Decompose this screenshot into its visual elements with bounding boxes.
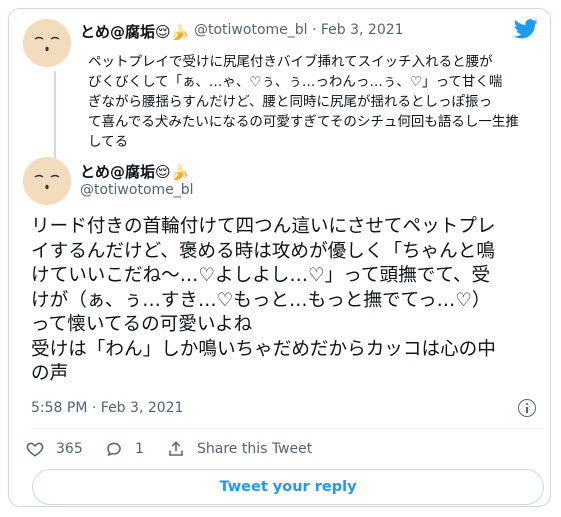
emoji: 😌🍌	[155, 163, 190, 181]
quoted-date[interactable]: Feb 3, 2021	[321, 22, 404, 38]
quoted-tweet-text: ペットプレイで受けに尻尾付きバイブ挿れてスイッチ入れると腰が びくびくして「ぁ、…	[88, 52, 548, 152]
text-line: してる	[88, 134, 129, 150]
quoted-handle-date: @totiwotome_bl · Feb 3, 2021	[194, 22, 404, 38]
tweet-embed-card: とめ@腐垢😌🍌 @totiwotome_bl · Feb 3, 2021 ペット…	[8, 8, 551, 507]
thread-connector-line	[54, 71, 56, 159]
main-display-name[interactable]: とめ@腐垢😌🍌	[80, 161, 189, 182]
twitter-bird-icon[interactable]	[513, 19, 538, 43]
reply-action[interactable]: 1	[105, 440, 144, 458]
display-name-text: とめ@腐垢	[80, 23, 156, 41]
text-line: リード付きの首輪付けて四つん這いにさせてペットプレ	[31, 216, 496, 237]
avatar[interactable]	[23, 157, 71, 205]
reply-button-label: Tweet your reply	[219, 479, 357, 495]
text-line: けが（ぁ、ぅ…すき…♡もっと…もっと撫でてっ…♡）	[31, 289, 491, 311]
text-line: て喜んでる犬みたいになるの可愛すぎてそのシチュ何回も語るし一生推	[88, 114, 519, 130]
text-line: 受けは「わん」しか鳴いちゃだめだからカッコは心の中	[31, 338, 496, 360]
display-name-text: とめ@腐垢	[80, 163, 156, 181]
quoted-handle[interactable]: @totiwotome_bl	[194, 22, 308, 38]
text-line: ペットプレイで受けに尻尾付きバイブ挿れてスイッチ入れると腰が	[88, 54, 493, 70]
separator-dot: ·	[311, 22, 317, 38]
main-handle[interactable]: @totiwotome_bl	[80, 182, 194, 198]
divider	[31, 428, 544, 429]
text-line: イするんだけど、褒める時は攻めが優しく「ちゃんと鳴	[31, 240, 495, 262]
main-tweet-text: リード付きの首輪付けて四つん這いにさせてペットプレ イするんだけど、褒める時は攻…	[31, 215, 543, 387]
avatar[interactable]	[23, 19, 71, 67]
heart-icon	[26, 442, 44, 457]
text-line: の声	[31, 363, 69, 384]
text-line: びくびくして「ぁ、…ゃ、♡ぅ、ぅ…っわんっ…ぅ、♡」って甘く喘	[88, 74, 503, 90]
tweet-timestamp[interactable]: 5:58 PM · Feb 3, 2021	[31, 400, 183, 416]
emoji: 😌🍌	[155, 23, 190, 41]
text-line: けていいこだね〜…♡よしよし…♡」って頭撫でて、受	[31, 265, 491, 286]
tweet-time: 5:58 PM	[31, 400, 88, 416]
share-icon	[169, 441, 183, 456]
like-count: 365	[56, 441, 83, 457]
avatar-face-image	[23, 157, 71, 205]
share-label: Share this Tweet	[197, 441, 313, 457]
avatar-face-image	[23, 19, 71, 67]
tweet-your-reply-button[interactable]: Tweet your reply	[32, 469, 544, 505]
like-action[interactable]: 365	[26, 440, 83, 458]
quoted-display-name[interactable]: とめ@腐垢😌🍌	[80, 21, 189, 42]
info-icon[interactable]	[518, 399, 536, 417]
share-action[interactable]: Share this Tweet	[167, 440, 312, 458]
separator-dot: ·	[91, 400, 97, 416]
text-line: ぎながら腰揺らすんだけど、腰と同時に尻尾が揺れるとしっぽ振っ	[88, 94, 493, 110]
tweet-date: Feb 3, 2021	[100, 400, 184, 416]
text-line: って懐いてるの可愛いよね	[31, 314, 253, 335]
reply-count: 1	[135, 441, 144, 457]
reply-icon	[107, 442, 121, 457]
